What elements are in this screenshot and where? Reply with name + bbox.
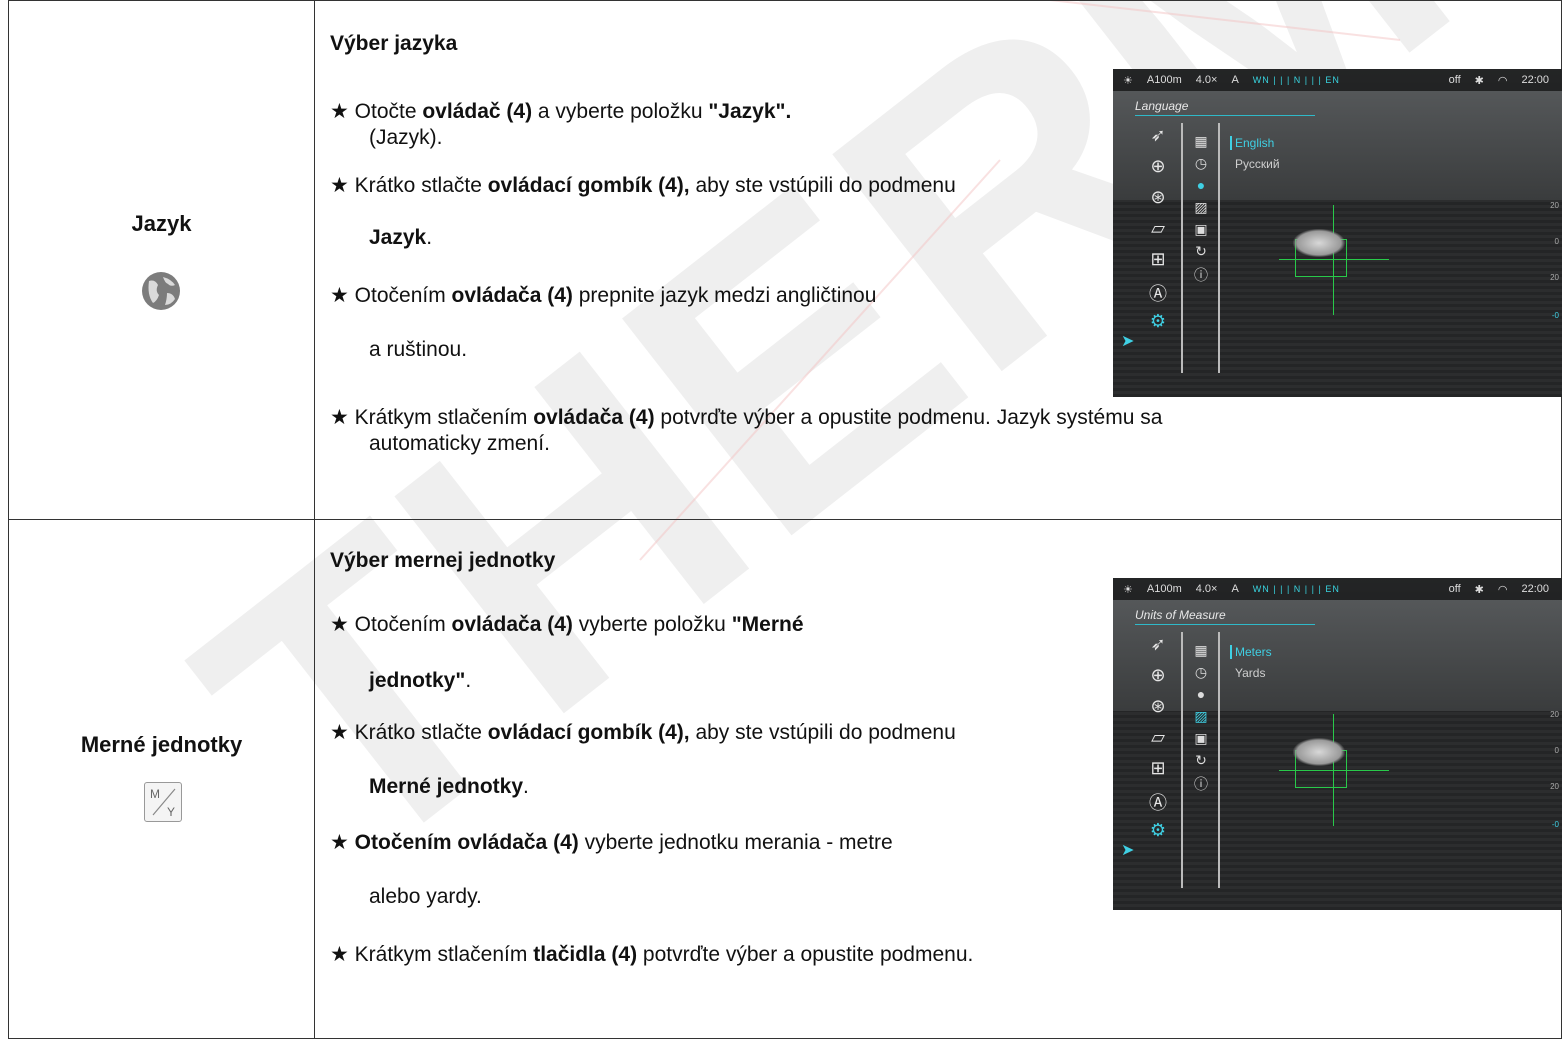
language-globe-icon[interactable]: ● <box>1189 177 1213 199</box>
rifle-icon[interactable]: ➶ <box>1143 634 1173 665</box>
units-icon[interactable]: ▨ <box>1189 708 1213 730</box>
device-screenshot-units: ☀ A100m 4.0× A WN | | | N | | | EN off ✱… <box>1113 578 1562 910</box>
hud-bar: ☀ A100m 4.0× A WN | | | N | | | EN off ✱… <box>1113 69 1562 91</box>
display-icon[interactable]: ▱ <box>1143 727 1173 758</box>
bluetooth-icon: ✱ <box>1474 583 1484 596</box>
display-icon[interactable]: ▱ <box>1143 218 1173 249</box>
rifle-icon[interactable]: ➶ <box>1143 125 1173 156</box>
option-english[interactable]: English <box>1235 136 1274 150</box>
clock-icon[interactable]: ◷ <box>1189 664 1213 686</box>
svg-text:Y: Y <box>167 805 175 819</box>
target-icon[interactable]: ⊛ <box>1143 187 1173 218</box>
sun-icon: ☀ <box>1123 583 1133 596</box>
line-6: alebo yardy. <box>369 885 482 908</box>
option-russian[interactable]: Русский <box>1235 157 1280 171</box>
main-menu-icons: ➶ ⊕ ⊛ ▱ ⊞ Ⓐ ⚙ <box>1143 634 1173 851</box>
line-1: ★ Otočte ovládač (4) a vyberte položku "… <box>330 100 792 123</box>
crosshair-icon[interactable]: ⊕ <box>1143 156 1173 187</box>
line-2: jednotky". <box>369 669 472 692</box>
svg-text:M: M <box>150 787 160 801</box>
boar-image <box>1293 738 1345 766</box>
line-6: a ruštinou. <box>369 338 468 361</box>
clock-icon[interactable]: ◷ <box>1189 155 1213 177</box>
meters-yards-icon: MY <box>144 782 182 822</box>
description-cell: Výber mernej jednotky ★ Otočením ovládač… <box>314 519 1562 1039</box>
settings-gear-icon[interactable]: ⚙ <box>1143 311 1173 342</box>
image-icon[interactable]: ▣ <box>1189 730 1213 752</box>
selection-arrow-icon: ➤ <box>1121 842 1135 859</box>
line-3: ★ Krátko stlačte ovládací gombík (4), ab… <box>330 721 956 744</box>
menu-title: Units of Measure <box>1135 608 1226 622</box>
target-icon[interactable]: ⊛ <box>1143 696 1173 727</box>
table-row-language: Jazyk Výber jazyka ★ Otočte ovládač (4) … <box>8 0 1562 520</box>
menu-title: Language <box>1135 99 1189 113</box>
bluetooth-icon: ✱ <box>1474 74 1484 87</box>
wifi-icon: ◠ <box>1497 74 1508 87</box>
line-8: automaticky zmení. <box>369 432 550 455</box>
description-cell: Výber jazyka ★ Otočte ovládač (4) a vybe… <box>314 0 1562 520</box>
settings-table: Jazyk Výber jazyka ★ Otočte ovládač (4) … <box>8 0 1562 1039</box>
option-meters[interactable]: Meters <box>1235 645 1272 659</box>
compass-icon[interactable]: Ⓐ <box>1143 789 1173 820</box>
reset-icon[interactable]: ↻ <box>1189 752 1213 774</box>
section-title: Výber mernej jednotky <box>330 549 556 572</box>
line-2: (Jazyk). <box>369 126 443 149</box>
wifi-icon: ◠ <box>1497 583 1508 596</box>
device-screenshot-language: ☀ A100m 4.0× A WN | | | N | | | EN off ✱… <box>1113 69 1562 397</box>
line-4: Merné jednotky. <box>369 775 529 798</box>
line-1: ★ Otočením ovládača (4) vyberte položku … <box>330 613 804 636</box>
boar-image <box>1293 229 1345 257</box>
category-label: Jazyk <box>131 211 192 236</box>
crosshair-icon[interactable]: ⊕ <box>1143 665 1173 696</box>
info-icon[interactable]: ⓘ <box>1189 774 1213 796</box>
submenu-icons: ▦ ◷ ● ▨ ▣ ↻ ⓘ <box>1189 642 1213 796</box>
reset-icon[interactable]: ↻ <box>1189 243 1213 265</box>
line-7: ★ Krátkym stlačením ovládača (4) potvrďt… <box>330 406 1163 429</box>
main-menu-icons: ➶ ⊕ ⊛ ▱ ⊞ Ⓐ ⚙ <box>1143 125 1173 342</box>
compass-icon[interactable]: Ⓐ <box>1143 280 1173 311</box>
settings-gear-icon[interactable]: ⚙ <box>1143 820 1173 851</box>
line-7: ★ Krátkym stlačením tlačidla (4) potvrďt… <box>330 943 974 966</box>
calendar-icon[interactable]: ▦ <box>1189 642 1213 664</box>
info-icon[interactable]: ⓘ <box>1189 265 1213 287</box>
language-globe-icon[interactable]: ● <box>1189 686 1213 708</box>
line-5: ★ Otočením ovládača (4) vyberte jednotku… <box>330 831 893 854</box>
table-row-units: Merné jednotky MY Výber mernej jednotky … <box>8 519 1562 1039</box>
globe-icon <box>142 272 180 310</box>
line-4: Jazyk. <box>369 226 433 249</box>
image-icon[interactable]: ▣ <box>1189 221 1213 243</box>
calendar-icon[interactable]: ▦ <box>1189 133 1213 155</box>
category-cell: Jazyk <box>8 0 315 520</box>
category-cell: Merné jednotky MY <box>8 519 315 1039</box>
submenu-icons: ▦ ◷ ● ▨ ▣ ↻ ⓘ <box>1189 133 1213 287</box>
units-icon[interactable]: ▨ <box>1189 199 1213 221</box>
plus-box-icon[interactable]: ⊞ <box>1143 249 1173 280</box>
plus-box-icon[interactable]: ⊞ <box>1143 758 1173 789</box>
category-label: Merné jednotky <box>80 732 243 757</box>
section-title: Výber jazyka <box>330 32 458 55</box>
sun-icon: ☀ <box>1123 74 1133 87</box>
option-yards[interactable]: Yards <box>1235 666 1265 680</box>
hud-bar: ☀ A100m 4.0× A WN | | | N | | | EN off ✱… <box>1113 578 1562 600</box>
line-3: ★ Krátko stlačte ovládací gombík (4), ab… <box>330 174 956 197</box>
line-5: ★ Otočením ovládača (4) prepnite jazyk m… <box>330 284 877 307</box>
selection-arrow-icon: ➤ <box>1121 333 1135 350</box>
